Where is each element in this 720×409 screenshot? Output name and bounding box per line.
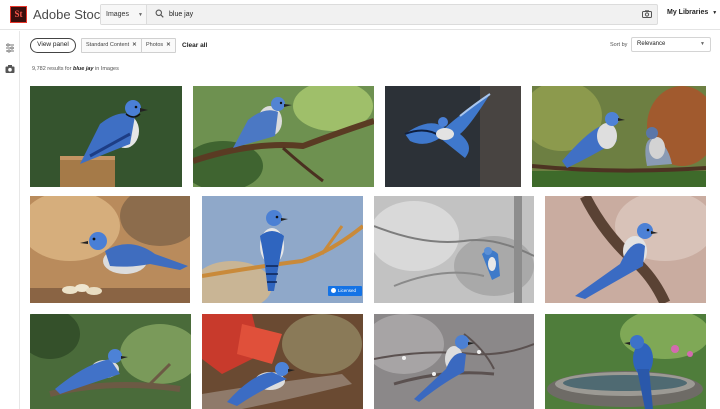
search-input[interactable]: blue jay	[169, 5, 193, 24]
chevron-down-icon: ▼	[700, 41, 705, 47]
results-prefix: results for	[47, 66, 72, 72]
left-sidebar	[0, 31, 20, 409]
chip-label: Standard Content	[86, 42, 130, 48]
search-icon	[155, 9, 164, 18]
image-tile[interactable]	[30, 196, 190, 303]
asset-type-dropdown[interactable]: Images ▼	[101, 5, 147, 24]
blue-jay-photo	[385, 86, 521, 187]
filter-chip-photos[interactable]: Photos ✕	[141, 38, 176, 53]
image-tile[interactable]	[532, 86, 706, 187]
image-tile[interactable]	[202, 314, 363, 409]
image-tile[interactable]	[545, 314, 706, 409]
filter-chip-standard-content[interactable]: Standard Content ✕	[81, 38, 142, 53]
top-bar: St Adobe Stock Images ▼ blue jay My Libra…	[0, 0, 720, 30]
check-circle-icon	[331, 288, 336, 293]
chip-label: Photos	[146, 42, 164, 48]
close-icon[interactable]: ✕	[132, 42, 137, 48]
image-tile[interactable]	[374, 196, 534, 303]
chevron-down-icon: ▼	[137, 12, 143, 18]
blue-jay-photo	[374, 314, 534, 409]
blue-jay-photo	[532, 86, 706, 187]
filter-sliders-icon[interactable]	[5, 43, 15, 53]
licensed-badge: Licensed	[328, 286, 362, 296]
asset-type-label: Images	[106, 11, 129, 18]
my-libraries-dropdown[interactable]: My Libraries ▼	[667, 9, 717, 16]
view-panel-button[interactable]: View panel	[30, 38, 76, 53]
sort-by-label: Sort by	[610, 42, 628, 48]
blue-jay-photo	[193, 86, 374, 187]
image-tile[interactable]	[193, 86, 374, 187]
results-query: blue jay	[72, 66, 94, 72]
camera-icon[interactable]	[5, 64, 15, 74]
results-count: 9,782 results for blue jay in Images	[32, 66, 119, 72]
clear-all-link[interactable]: Clear all	[182, 42, 207, 49]
results-number: 9,782	[32, 66, 46, 72]
blue-jay-photo	[545, 196, 706, 303]
image-tile[interactable]	[385, 86, 521, 187]
results-suffix: in Images	[95, 66, 119, 72]
blue-jay-photo	[30, 86, 182, 187]
blue-jay-photo	[30, 196, 190, 303]
image-tile[interactable]	[30, 86, 182, 187]
adobe-stock-logo[interactable]: St	[10, 6, 27, 23]
sort-select[interactable]: Relevance ▼	[631, 37, 711, 52]
blue-jay-photo	[30, 314, 191, 409]
sort-value: Relevance	[637, 41, 666, 47]
image-tile[interactable]	[30, 314, 191, 409]
licensed-label: Licensed	[338, 288, 357, 293]
blue-jay-photo	[202, 314, 363, 409]
close-icon[interactable]: ✕	[166, 42, 171, 48]
chevron-down-icon: ▼	[712, 10, 718, 16]
blue-jay-photo	[545, 314, 706, 409]
search-bar[interactable]: Images ▼ blue jay	[100, 4, 658, 25]
image-tile[interactable]	[374, 314, 534, 409]
image-tile[interactable]	[545, 196, 706, 303]
visual-search-camera-icon[interactable]	[642, 10, 652, 18]
app-name[interactable]: Adobe Stock	[33, 7, 107, 22]
libraries-label: My Libraries	[667, 9, 709, 16]
blue-jay-photo	[374, 196, 534, 303]
